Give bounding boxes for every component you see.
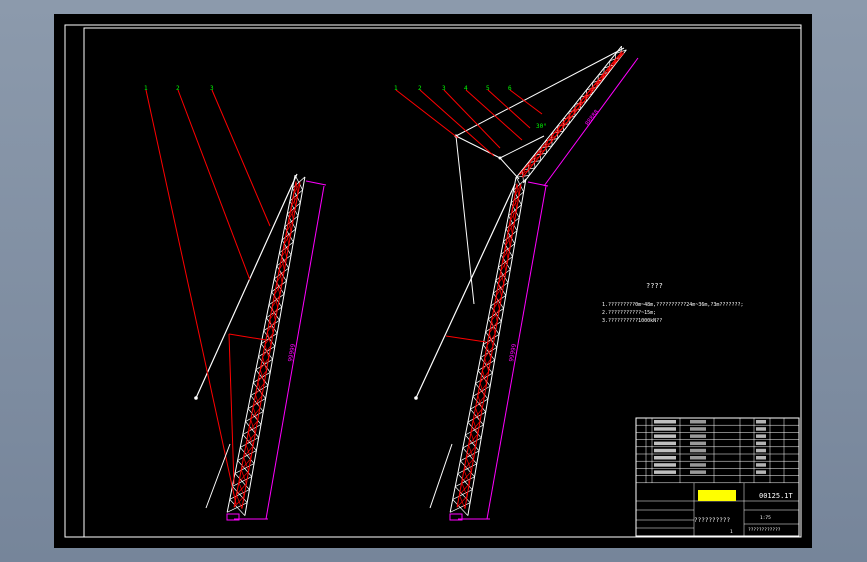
right-strut-c (499, 157, 520, 180)
right-callout-5: 5 (486, 85, 490, 92)
right-callout-1: 1 (394, 85, 398, 92)
title-block-cell-text (756, 463, 766, 467)
drawing-canvas: 1 2 3 99999 1 2 3 4 5 6 30° 99999 88888 … (64, 24, 802, 538)
right-callout-3: 3 (442, 85, 446, 92)
right-joint-point (498, 156, 502, 160)
right-leader-1 (395, 89, 459, 139)
right-leader-4 (465, 89, 523, 141)
left-callout-2: 2 (176, 85, 180, 92)
right-callout-4: 4 (464, 85, 468, 92)
truss-lacing (465, 424, 484, 436)
right-callout-2: 2 (418, 85, 422, 92)
left-outrigger (205, 443, 231, 509)
title-block-cell-text (654, 448, 676, 453)
left-leader-2 (177, 89, 251, 281)
title-block-cell-text (654, 463, 676, 467)
sheet-number: 1 (730, 529, 733, 535)
truss-lacing (234, 463, 255, 474)
left-dim-label: 99999 (287, 343, 297, 362)
notes-line-1: 1.?????????0m~48m,??????????24m~36m,?3m?… (602, 302, 743, 308)
left-callout-3: 3 (210, 85, 214, 92)
drawing-number: 00125.1T (759, 492, 794, 500)
title-block: 00125.1T ?????????? ???????????? 1:75 1 (635, 417, 800, 537)
title-block-cell-text (756, 470, 766, 474)
right-leader-5 (487, 89, 531, 129)
truss-lacing (245, 411, 264, 422)
title-block-cell-text (756, 420, 766, 424)
right-strut-a (455, 135, 501, 159)
title-block-cell-text (690, 448, 706, 453)
title-block-cell-text (654, 420, 676, 424)
title-block-cell-text (654, 427, 676, 431)
notes-line-2: 2.???????????~15m; (602, 310, 656, 316)
left-red-strut (228, 333, 267, 341)
left-red-strut-2 (228, 333, 235, 485)
truss-lacing (237, 450, 257, 461)
notes-heading: ???? (646, 282, 663, 290)
drawing-name: ?????????? (694, 517, 731, 524)
left-crane-view: 1 2 3 99999 (144, 85, 327, 521)
left-anchor-point (194, 396, 198, 400)
drawing-sheet[interactable]: 1 2 3 99999 1 2 3 4 5 6 30° 99999 88888 … (54, 14, 812, 548)
left-dim-tick-top (305, 180, 327, 186)
right-dim-label: 99999 (508, 343, 518, 362)
title-block-cell-text (690, 463, 706, 467)
title-block-cell-text (654, 456, 676, 460)
title-block-cell-text (756, 434, 766, 438)
technical-notes: ???? 1.?????????0m~48m,??????????24m~36m… (602, 282, 743, 324)
title-block-cell-text (756, 456, 766, 460)
left-callout-1: 1 (144, 85, 148, 92)
right-callout-6: 6 (508, 85, 512, 92)
truss-lacing (240, 437, 259, 448)
right-crane-view: 1 2 3 4 5 6 30° 99999 88888 (394, 45, 639, 521)
title-block-cell-text (756, 448, 766, 453)
title-block-cell-text (756, 427, 766, 431)
truss-chord (226, 174, 296, 513)
truss-lacing (462, 437, 482, 449)
project-name: ???????????? (748, 527, 781, 533)
title-block-cell-text (654, 470, 676, 474)
title-block-cell-text (690, 456, 706, 460)
left-leader-1 (145, 89, 237, 505)
right-jib-truss (516, 45, 627, 184)
notes-line-3: 3.??????????1000kN?? (602, 318, 662, 324)
truss-lacing (457, 463, 477, 474)
left-leader-3 (211, 89, 271, 227)
truss-lacing (242, 424, 262, 435)
title-block-cell-text (756, 441, 766, 446)
company-logo (698, 490, 736, 501)
right-angle-label: 30° (536, 123, 547, 130)
truss-lacing (467, 411, 486, 423)
right-upper-dim-label: 88888 (584, 108, 601, 127)
right-outrigger (429, 443, 453, 509)
right-red-strut (445, 335, 487, 343)
title-block-cell-text (690, 427, 706, 431)
title-block-cell-text (690, 434, 706, 438)
cad-viewport[interactable]: 1 2 3 99999 1 2 3 4 5 6 30° 99999 88888 … (0, 0, 867, 562)
drawing-scale: 1:75 (760, 515, 771, 521)
title-block-cell-text (690, 420, 706, 424)
truss-lacing (460, 450, 480, 462)
title-block-cell-text (690, 470, 706, 474)
right-anchor-point (414, 396, 418, 400)
title-block-cell-text (654, 434, 676, 438)
title-block-cell-text (690, 441, 706, 446)
title-block-cell-text (654, 441, 676, 446)
